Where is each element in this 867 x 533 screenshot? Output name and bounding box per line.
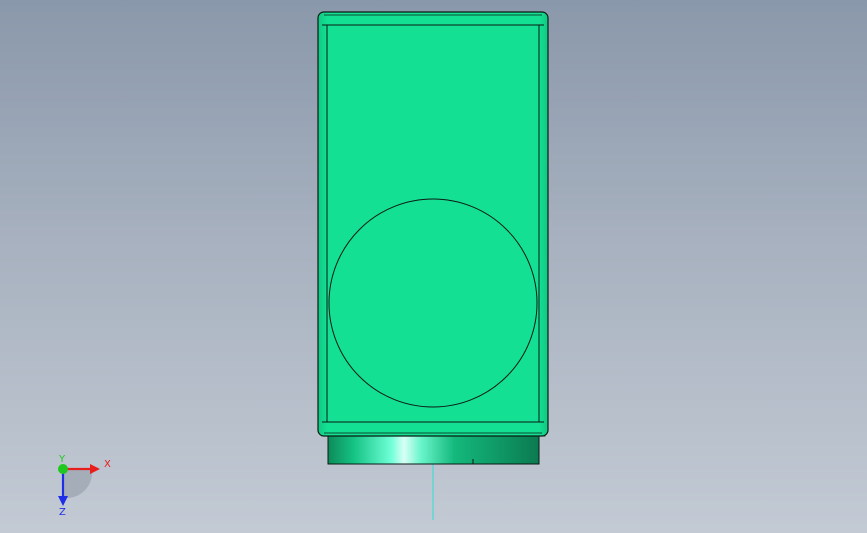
x-axis-arrow (90, 464, 100, 474)
main-body (317, 11, 549, 437)
axis-triad: X Y Z (58, 454, 111, 518)
z-axis-arrow (58, 496, 68, 506)
x-axis-label: X (104, 459, 111, 470)
y-axis-dot (58, 464, 68, 474)
triad-shadow (63, 469, 93, 499)
y-axis-label: Y (58, 454, 66, 465)
model-view[interactable] (0, 0, 867, 533)
z-axis-label: Z (59, 507, 66, 518)
base-cylinder (327, 434, 540, 465)
graphics-viewport[interactable]: X Y Z (0, 0, 867, 533)
